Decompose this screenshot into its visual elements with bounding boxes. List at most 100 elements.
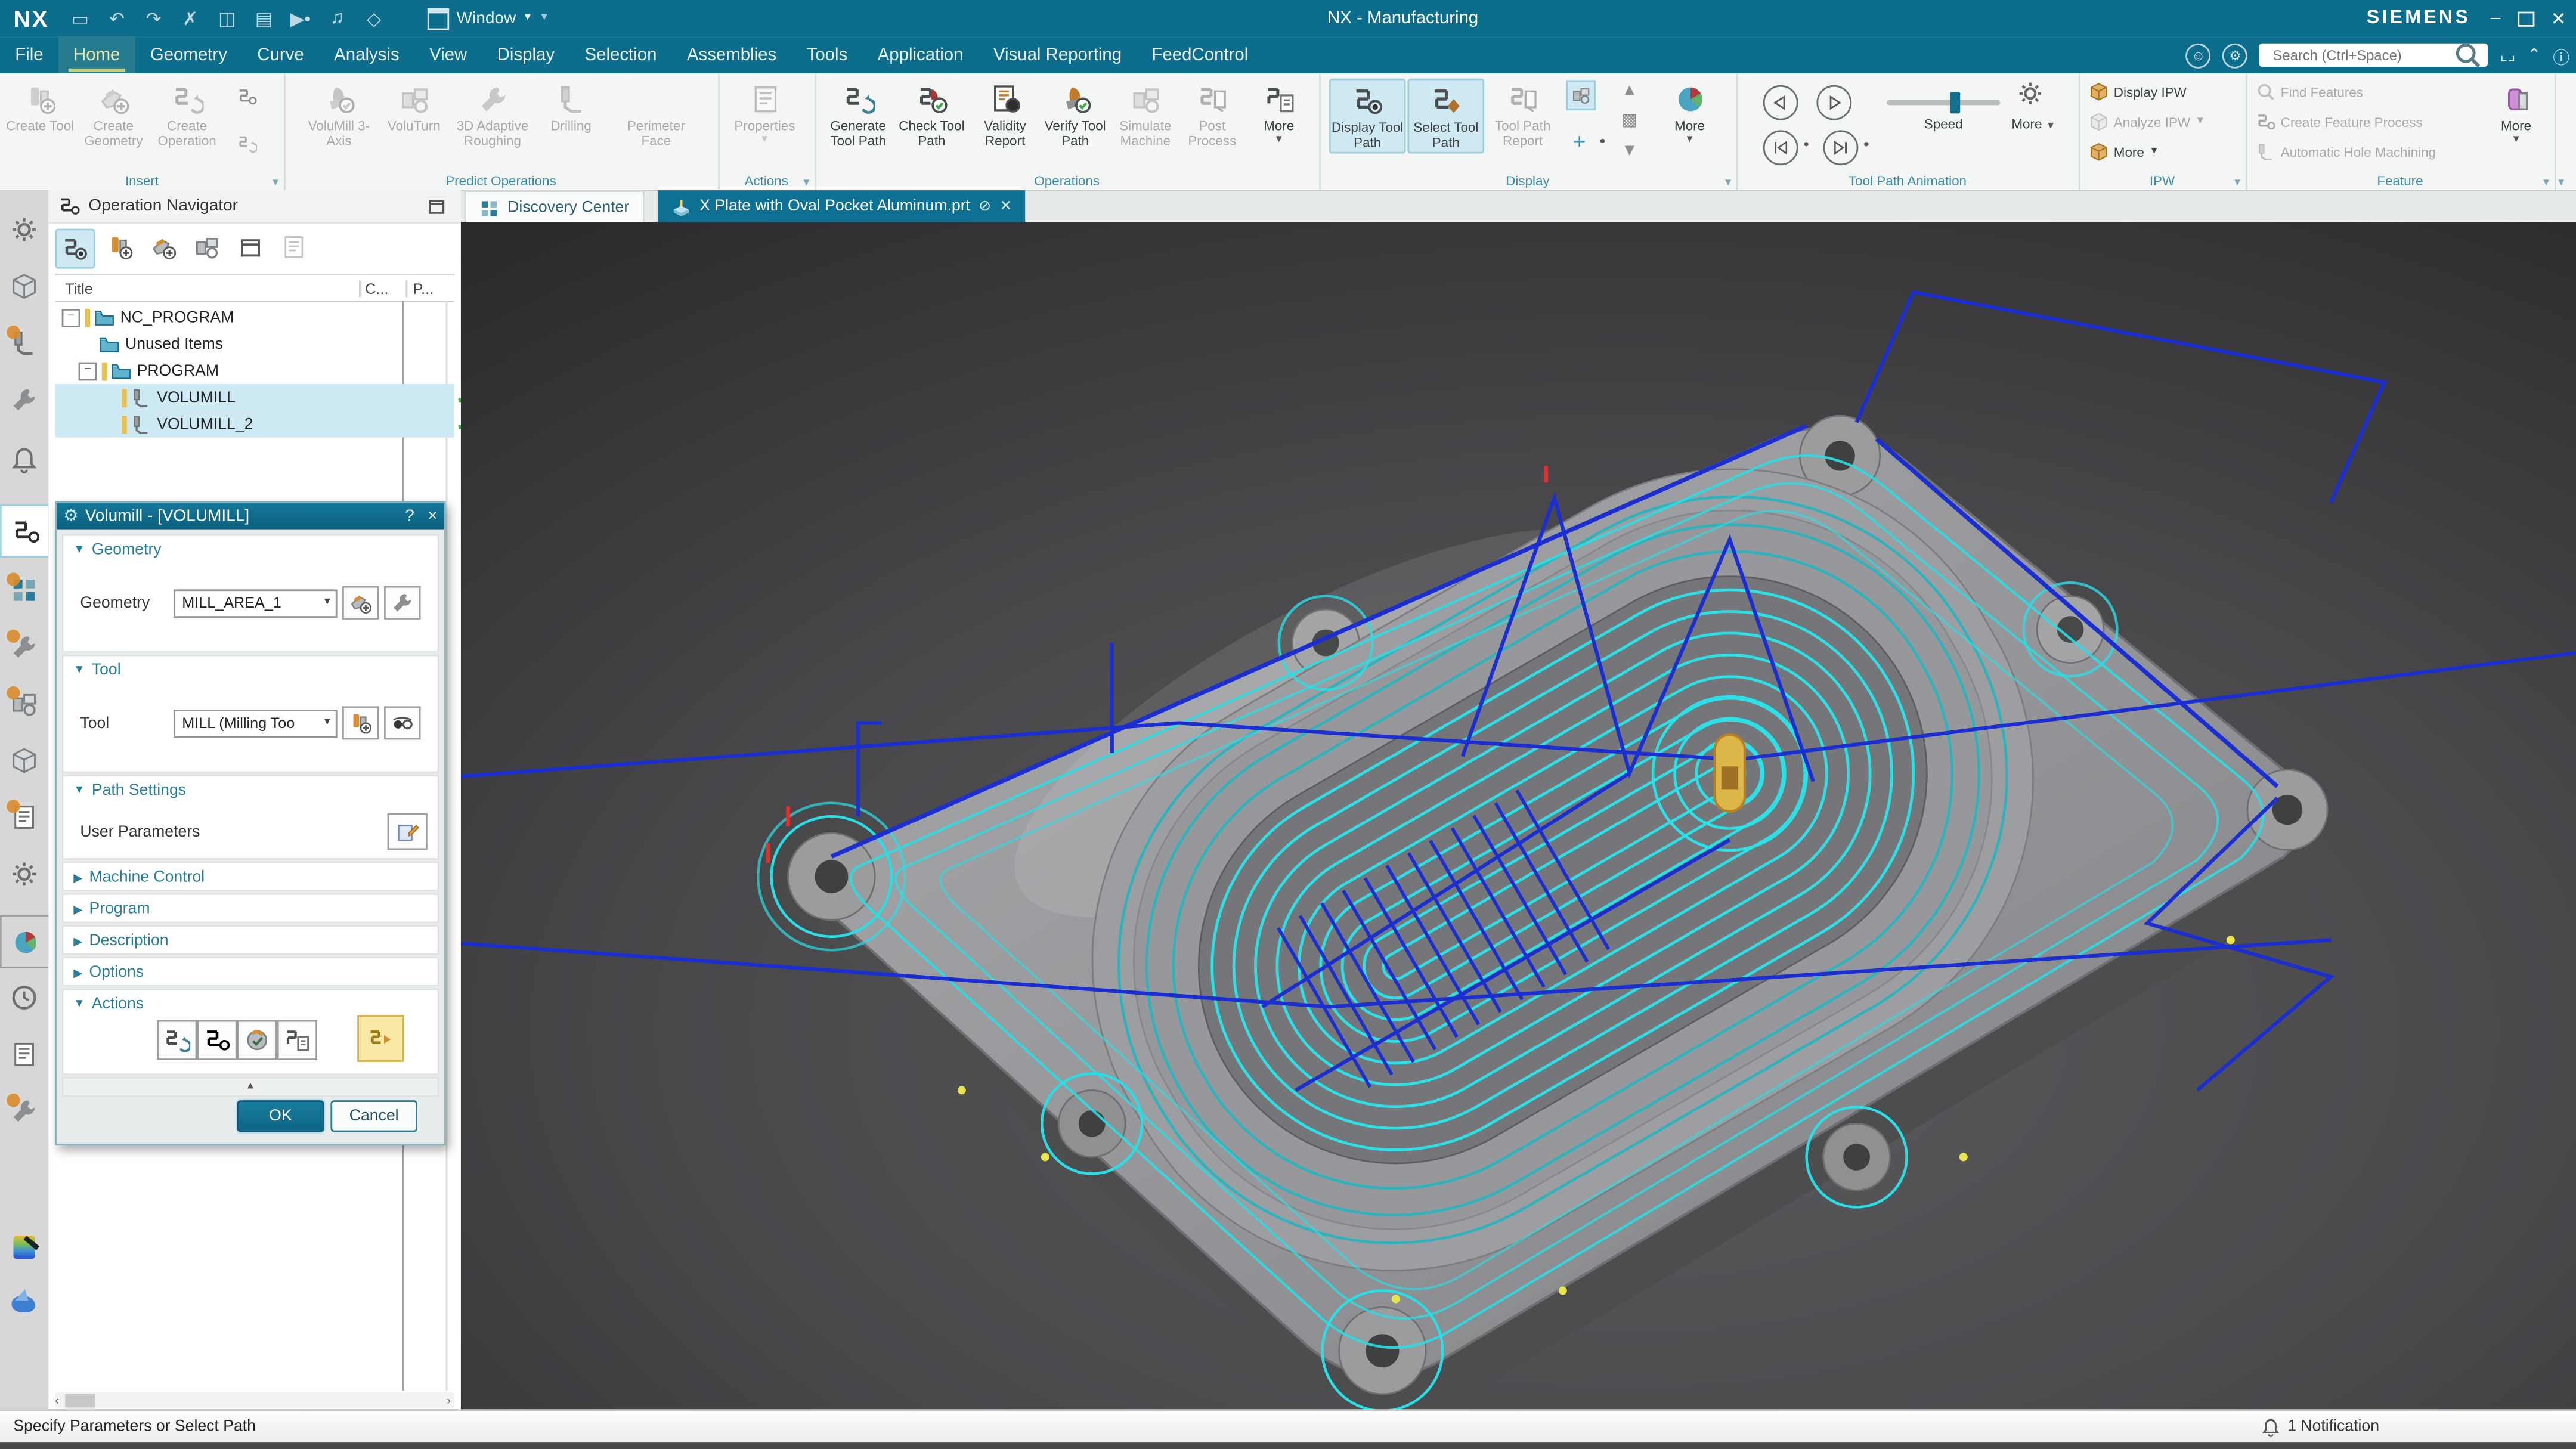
help-icon[interactable]: ⓘ bbox=[2553, 42, 2569, 67]
program-order-view-button[interactable] bbox=[55, 229, 95, 269]
sidebar-item-web-browser[interactable] bbox=[0, 915, 50, 968]
restore-button[interactable] bbox=[2518, 11, 2534, 26]
sidebar-item-process-assistant[interactable] bbox=[0, 621, 47, 671]
operations-more-button[interactable]: More ▼ bbox=[1249, 79, 1309, 147]
sidebar-item-assembly-navigator[interactable] bbox=[0, 204, 47, 254]
simulate-machine-button[interactable]: Simulate Machine bbox=[1109, 79, 1182, 150]
tree-row-volumill-2[interactable]: VOLUMILL_2 ✓ bbox=[55, 411, 454, 438]
volumill-3axis-button[interactable]: VoluMill 3-Axis bbox=[301, 79, 377, 150]
animation-settings-gear-icon[interactable] bbox=[2017, 80, 2044, 107]
tool-path-report-button[interactable]: Tool Path Report bbox=[1486, 79, 1559, 150]
machine-control-section[interactable]: ▶ Machine Control bbox=[62, 862, 439, 891]
community-icon[interactable]: ☺ bbox=[2186, 42, 2211, 67]
fullscreen-icon[interactable]: ⌞⌟ bbox=[2500, 46, 2515, 64]
sidebar-item-process-studio[interactable] bbox=[0, 1085, 47, 1135]
edit-geometry-button[interactable] bbox=[384, 586, 421, 620]
search-input[interactable] bbox=[2270, 45, 2453, 66]
tree-row-unused-items[interactable]: Unused Items bbox=[55, 330, 454, 357]
find-features-button[interactable]: Find Features bbox=[2256, 79, 2363, 106]
sidebar-item-system-materials[interactable] bbox=[0, 1029, 47, 1079]
menu-assemblies[interactable]: Assemblies bbox=[672, 37, 792, 74]
speed-slider-handle[interactable] bbox=[1950, 92, 1960, 113]
drilling-button[interactable]: Drilling bbox=[534, 79, 608, 135]
ok-button[interactable]: OK bbox=[237, 1100, 324, 1132]
navigator-column-header[interactable]: Title C... P... bbox=[55, 274, 454, 302]
path-settings-section-header[interactable]: ▼ Path Settings bbox=[63, 776, 437, 800]
sidebar-item-roles[interactable] bbox=[0, 1222, 47, 1272]
group-dialog-launcher-icon[interactable]: ▼ bbox=[271, 179, 281, 189]
options-section[interactable]: ▶ Options bbox=[62, 956, 439, 986]
sidebar-item-visual-reports[interactable] bbox=[0, 791, 47, 841]
perimeter-face-button[interactable]: Perimeter Face bbox=[614, 79, 698, 150]
tree-row-volumill[interactable]: VOLUMILL ✓ bbox=[55, 384, 454, 411]
dropdown-dot-icon[interactable]: ● bbox=[1599, 137, 1605, 147]
minimize-ribbon-icon[interactable]: ⌃ bbox=[2527, 46, 2541, 64]
geometry-section-header[interactable]: ▼ Geometry bbox=[63, 536, 437, 559]
menu-tools[interactable]: Tools bbox=[791, 37, 862, 74]
level-down-icon[interactable]: ▼ bbox=[1616, 137, 1643, 164]
find-in-navigator-button[interactable] bbox=[232, 229, 269, 266]
help-center-icon[interactable]: ⚙ bbox=[2222, 42, 2247, 67]
sidebar-item-part-navigator[interactable] bbox=[0, 317, 47, 367]
mic-icon[interactable]: ♫ bbox=[326, 8, 348, 29]
ribbon-overflow-icon[interactable]: ▼ bbox=[2556, 179, 2566, 189]
close-tab-icon[interactable]: ✕ bbox=[999, 197, 1012, 215]
sidebar-item-tool-library[interactable] bbox=[0, 678, 47, 728]
menu-visual-reporting[interactable]: Visual Reporting bbox=[979, 37, 1137, 74]
scroll-left-icon[interactable]: ‹ bbox=[55, 1395, 59, 1407]
group-dialog-launcher-icon[interactable]: ▼ bbox=[801, 179, 812, 189]
display-tool-button[interactable] bbox=[384, 706, 421, 739]
display-more-button[interactable]: More ▼ bbox=[1657, 79, 1723, 147]
new-geometry-button[interactable] bbox=[342, 586, 379, 620]
tree-row-program[interactable]: − PROGRAM bbox=[55, 357, 454, 384]
machining-method-view-button[interactable] bbox=[188, 229, 225, 266]
tab-discovery-center[interactable]: Discovery Center bbox=[464, 190, 644, 224]
skip-to-end-button[interactable] bbox=[1823, 130, 1859, 165]
menu-selection[interactable]: Selection bbox=[569, 37, 671, 74]
voluturn-button[interactable]: VoluTurn bbox=[377, 79, 451, 135]
tool-section-header[interactable]: ▼ Tool bbox=[63, 656, 437, 679]
create-geometry-button[interactable]: Create Geometry bbox=[77, 79, 150, 150]
geometry-view-button[interactable] bbox=[145, 229, 182, 266]
replay-action-button[interactable] bbox=[197, 1020, 237, 1060]
save-icon[interactable]: ▭ bbox=[69, 8, 91, 29]
sidebar-item-touch-mode[interactable] bbox=[0, 1279, 47, 1329]
show-3d-tool-toggle[interactable] bbox=[1566, 80, 1596, 110]
menu-curve[interactable]: Curve bbox=[242, 37, 319, 74]
menu-file[interactable]: File bbox=[0, 37, 58, 74]
speed-slider[interactable] bbox=[1887, 100, 2000, 105]
animation-more-button[interactable]: More ▼ bbox=[2000, 117, 2067, 132]
column-path[interactable]: P... bbox=[406, 280, 454, 296]
automatic-hole-machining-button[interactable]: Automatic Hole Machining bbox=[2256, 138, 2436, 165]
command-search[interactable] bbox=[2259, 44, 2488, 67]
group-dialog-launcher-icon[interactable]: ▼ bbox=[2541, 179, 2552, 189]
insert-gallery2-icon[interactable] bbox=[234, 130, 261, 157]
sidebar-item-templates[interactable] bbox=[0, 735, 47, 785]
sidebar-item-notifications[interactable] bbox=[0, 434, 47, 484]
verify-action-button[interactable] bbox=[237, 1020, 277, 1060]
sidebar-item-constraint-navigator[interactable] bbox=[0, 261, 47, 311]
insert-gallery-icon[interactable] bbox=[234, 83, 261, 110]
sidebar-item-machining-wizards[interactable] bbox=[0, 564, 47, 614]
scrollbar-thumb[interactable] bbox=[66, 1394, 95, 1407]
new-tool-button[interactable] bbox=[342, 706, 379, 739]
paste-icon[interactable]: ▤ bbox=[253, 8, 274, 29]
undock-panel-icon[interactable] bbox=[426, 196, 447, 217]
notification-area[interactable]: 1 Notification bbox=[2261, 1417, 2379, 1437]
adaptive-roughing-button[interactable]: 3D Adaptive Roughing bbox=[451, 79, 534, 150]
play-backward-button[interactable] bbox=[1763, 85, 1798, 120]
dropdown-dot-icon[interactable]: ● bbox=[1863, 140, 1869, 150]
group-dialog-launcher-icon[interactable]: ▼ bbox=[2233, 179, 2243, 189]
generate-tool-path-button[interactable]: Generate Tool Path bbox=[822, 79, 895, 150]
graphics-window[interactable] bbox=[461, 222, 2576, 1411]
generate-highlighted-button[interactable] bbox=[357, 1015, 404, 1061]
select-tool-path-button[interactable]: Select Tool Path bbox=[1407, 79, 1484, 154]
navigator-horizontal-scrollbar[interactable]: ‹ › bbox=[55, 1392, 454, 1409]
tab-part-file[interactable]: X Plate with Oval Pocket Aluminum.prt ⊘ … bbox=[658, 190, 1026, 222]
validity-report-button[interactable]: Validity Report bbox=[968, 79, 1042, 150]
sidebar-item-operation-navigator[interactable] bbox=[0, 504, 52, 558]
cut-icon[interactable]: ✗ bbox=[179, 8, 201, 29]
tool-combo[interactable]: MILL (Milling Too ▼ bbox=[174, 709, 337, 738]
dropdown-dot-icon[interactable]: ● bbox=[1803, 140, 1809, 150]
level-mid-icon[interactable]: ▩ bbox=[1616, 107, 1643, 134]
